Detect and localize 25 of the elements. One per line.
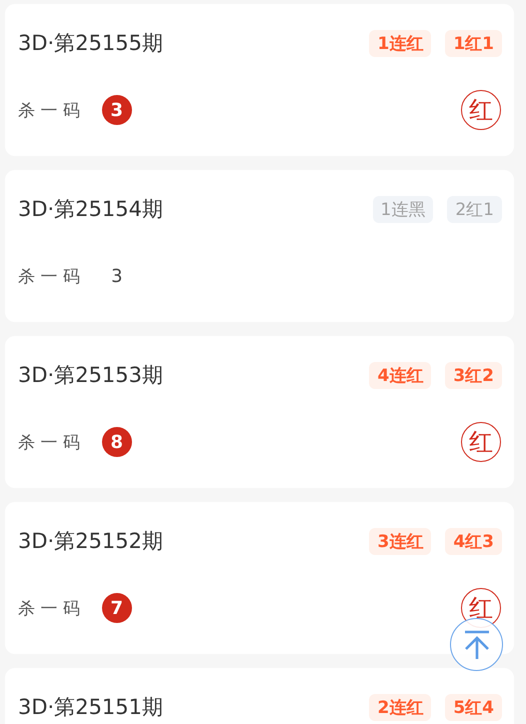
streak-tag: 4红3 xyxy=(445,528,502,554)
kill-number: 8 xyxy=(102,427,132,457)
kill-number: 3 xyxy=(110,264,124,288)
kill-label: 杀 一 码 xyxy=(18,598,80,620)
kill-label: 杀 一 码 xyxy=(18,432,80,454)
kill-label: 杀 一 码 xyxy=(18,100,80,122)
issue-title: 3D·第25152期 xyxy=(18,528,164,555)
kill-number: 7 xyxy=(102,593,132,623)
issue-title: 3D·第25153期 xyxy=(18,362,164,389)
streak-tag: 2连红 xyxy=(369,694,432,720)
streak-tag: 2红1 xyxy=(447,196,502,222)
result-stamp: 红 xyxy=(461,422,501,462)
streak-tag: 5红4 xyxy=(445,694,502,720)
result-stamp: 红 xyxy=(461,90,501,130)
issue-title: 3D·第25151期 xyxy=(18,694,164,721)
streak-tag: 1红1 xyxy=(445,30,502,56)
streak-tag: 3连红 xyxy=(369,528,432,554)
streak-tag: 4连红 xyxy=(369,362,432,388)
kill-label: 杀 一 码 xyxy=(18,266,80,288)
issue-title: 3D·第25154期 xyxy=(18,196,164,223)
issue-title: 3D·第25155期 xyxy=(18,30,164,57)
streak-tag: 3红2 xyxy=(445,362,502,388)
kill-number: 3 xyxy=(102,95,132,125)
streak-tag: 1连黑 xyxy=(372,196,434,222)
streak-tag: 1连红 xyxy=(369,30,432,56)
